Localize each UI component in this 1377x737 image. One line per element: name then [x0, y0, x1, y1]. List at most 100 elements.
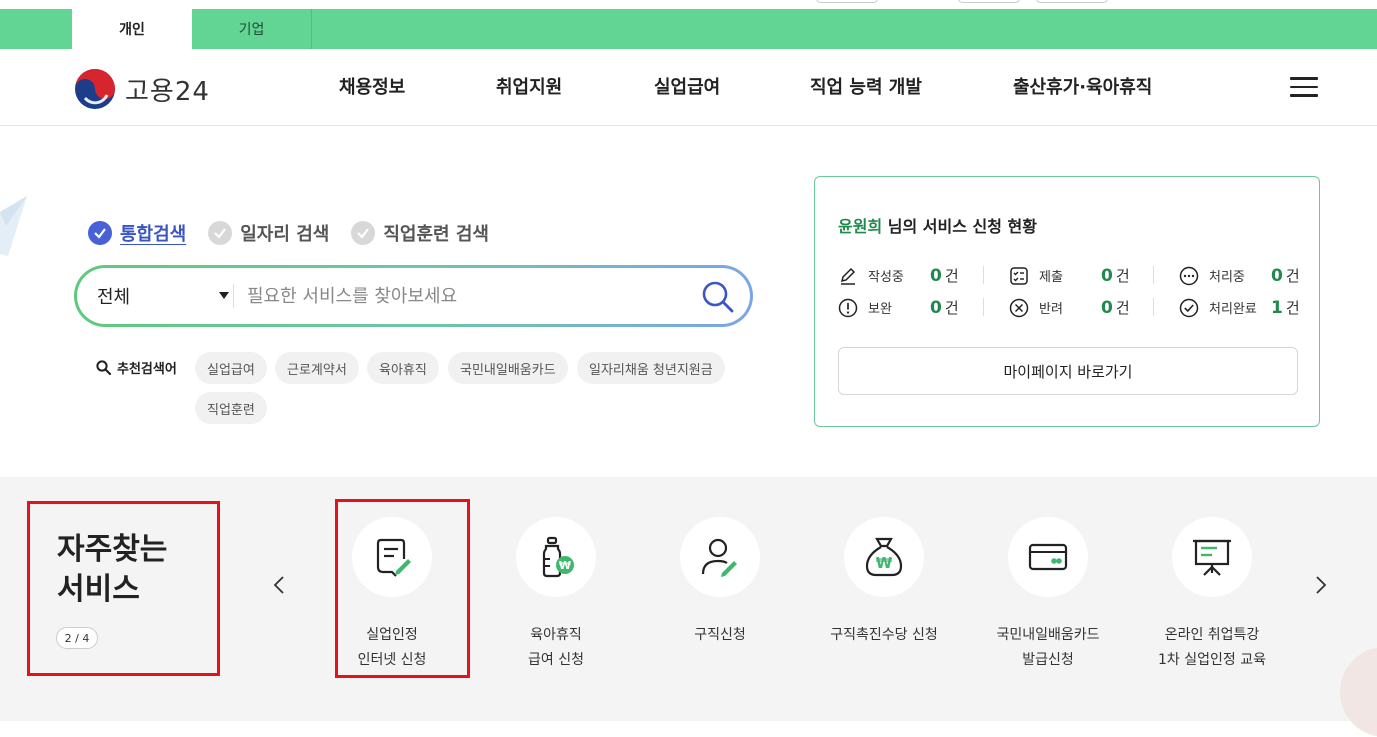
top-strip — [0, 0, 1377, 9]
paper-plane-decoration-icon — [0, 196, 27, 256]
status-unit: 건 — [944, 267, 959, 285]
nav-unemployment-benefit[interactable]: 실업급여 — [654, 73, 720, 99]
status-unit: 건 — [1285, 299, 1300, 317]
site-logo[interactable]: 고용24 — [73, 67, 210, 111]
search-type-training[interactable]: 직업훈련 검색 — [351, 220, 489, 246]
status-count: 0 — [930, 265, 942, 286]
status-drafting[interactable]: 작성중 0 건 — [838, 265, 959, 286]
search-scope-value: 전체 — [97, 287, 131, 308]
dots-circle-icon — [1179, 266, 1199, 285]
status-submitted[interactable]: 제출 0 건 — [1009, 265, 1130, 286]
frequent-services-section: 자주찾는 서비스 2 / 4 실업인정 인터넷 신청 ₩ 육아휴직 급여 신청 … — [0, 477, 1377, 737]
service-online-job-lecture[interactable]: 온라인 취업특강 1차 실업인정 교육 — [1132, 517, 1292, 673]
service-icon-circle: ₩ — [516, 517, 596, 597]
check-circle-icon — [351, 221, 376, 245]
search-icon — [96, 360, 111, 375]
search-type-integrated[interactable]: 통합검색 — [88, 220, 186, 246]
keyword-chip[interactable]: 근로계약서 — [275, 352, 359, 384]
service-icon-circle: ₩ — [844, 517, 924, 597]
status-count: 0 — [930, 297, 942, 318]
check-circle-icon — [88, 221, 112, 245]
service-label: 육아휴직 급여 신청 — [528, 627, 584, 668]
status-divider — [1153, 298, 1154, 316]
service-job-promotion-allowance[interactable]: ₩ 구직촉진수당 신청 — [804, 517, 964, 648]
status-rejected[interactable]: 반려 0 건 — [1009, 297, 1130, 318]
main-header: 고용24 채용정보 취업지원 실업급여 직업 능력 개발 출산휴가·육아휴직 — [0, 49, 1377, 126]
search-input[interactable] — [247, 280, 687, 312]
search-scope-select[interactable]: 전체 — [97, 268, 229, 324]
carousel-pager: 2 / 4 — [56, 627, 98, 649]
top-pill-decoration — [1036, 0, 1108, 3]
status-count: 0 — [1101, 265, 1113, 286]
mypage-button[interactable]: 마이페이지 바로가기 — [838, 347, 1298, 395]
status-completed[interactable]: 처리완료 1 건 — [1179, 297, 1300, 318]
chevron-right-icon[interactable] — [1308, 573, 1332, 597]
frequent-title-line2: 서비스 — [57, 572, 140, 607]
presentation-board-icon — [1193, 539, 1231, 576]
caret-down-icon — [219, 292, 229, 299]
status-divider — [1153, 266, 1154, 284]
corner-decoration — [1340, 647, 1377, 737]
service-job-seeking[interactable]: 구직신청 — [640, 517, 800, 648]
chevron-left-icon[interactable] — [268, 573, 292, 597]
status-title-suffix: 님의 서비스 신청 현황 — [882, 217, 1037, 236]
search-box: 전체 — [74, 265, 753, 327]
status-count: 0 — [1101, 297, 1113, 318]
search-type-jobs[interactable]: 일자리 검색 — [208, 220, 329, 246]
search-type-selector: 통합검색 일자리 검색 직업훈련 검색 — [88, 220, 489, 246]
top-pill-decoration — [816, 0, 878, 3]
nav-maternity-parental-leave[interactable]: 출산휴가·육아휴직 — [1013, 73, 1152, 99]
service-status-card: 윤원희 님의 서비스 신청 현황 작성중 0 건 제출 0 건 처리중 0 건 … — [814, 176, 1320, 427]
svg-text:₩: ₩ — [876, 554, 893, 572]
search-divider — [233, 284, 234, 308]
keyword-chip[interactable]: 국민내일배움카드 — [448, 352, 568, 384]
tab-personal[interactable]: 개인 — [72, 9, 192, 49]
status-label: 작성중 — [868, 270, 904, 285]
nav-vocational-training[interactable]: 직업 능력 개발 — [810, 73, 922, 99]
nav-job-info[interactable]: 채용정보 — [339, 73, 405, 99]
keyword-chip[interactable]: 실업급여 — [195, 352, 267, 384]
status-label: 반려 — [1039, 302, 1063, 317]
search-type-label: 직업훈련 검색 — [383, 224, 489, 245]
status-label: 보완 — [868, 302, 892, 317]
service-icon-circle — [1008, 517, 1088, 597]
nav-employment-support[interactable]: 취업지원 — [496, 73, 562, 99]
person-pen-icon — [701, 538, 737, 577]
status-divider — [983, 266, 984, 284]
keyword-chip[interactable]: 직업훈련 — [195, 392, 267, 424]
service-highlight-box — [335, 499, 470, 678]
status-supplement[interactable]: 보완 0 건 — [838, 297, 959, 318]
top-pill-decoration — [958, 0, 1020, 3]
service-icon-circle — [1172, 517, 1252, 597]
status-title: 윤원희 님의 서비스 신청 현황 — [838, 213, 1037, 237]
checklist-icon — [1010, 266, 1028, 285]
keyword-chip[interactable]: 일자리채움 청년지원금 — [577, 352, 725, 384]
service-parental-leave-benefit[interactable]: ₩ 육아휴직 급여 신청 — [476, 517, 636, 673]
frequent-title-line1: 자주찾는 — [57, 532, 168, 567]
service-icon-circle — [680, 517, 760, 597]
tab-corporate[interactable]: 기업 — [192, 9, 312, 49]
service-label: 온라인 취업특강 1차 실업인정 교육 — [1158, 627, 1266, 668]
status-count: 0 — [1271, 265, 1283, 286]
status-unit: 건 — [1115, 299, 1130, 317]
user-name: 윤원희 — [838, 217, 883, 236]
search-type-label: 통합검색 — [120, 224, 187, 245]
status-unit: 건 — [1285, 267, 1300, 285]
check-circle-icon — [1179, 298, 1199, 317]
service-label: 국민내일배움카드 발급신청 — [996, 627, 1100, 668]
status-processing[interactable]: 처리중 0 건 — [1179, 265, 1300, 286]
status-label: 처리완료 — [1209, 302, 1257, 317]
svg-text:₩: ₩ — [559, 559, 571, 572]
hamburger-menu-icon[interactable] — [1290, 77, 1318, 99]
status-count: 1 — [1271, 297, 1283, 318]
exclamation-circle-icon — [838, 298, 858, 317]
search-box-inner: 전체 — [77, 268, 750, 324]
card-icon — [1028, 543, 1068, 571]
search-icon — [702, 281, 734, 313]
search-button[interactable] — [701, 280, 735, 314]
taegeuk-logo-icon — [75, 69, 115, 109]
keyword-chip[interactable]: 육아휴직 — [367, 352, 439, 384]
money-bag-icon: ₩ — [865, 537, 903, 577]
status-unit: 건 — [1115, 267, 1130, 285]
service-learning-card[interactable]: 국민내일배움카드 발급신청 — [968, 517, 1128, 673]
